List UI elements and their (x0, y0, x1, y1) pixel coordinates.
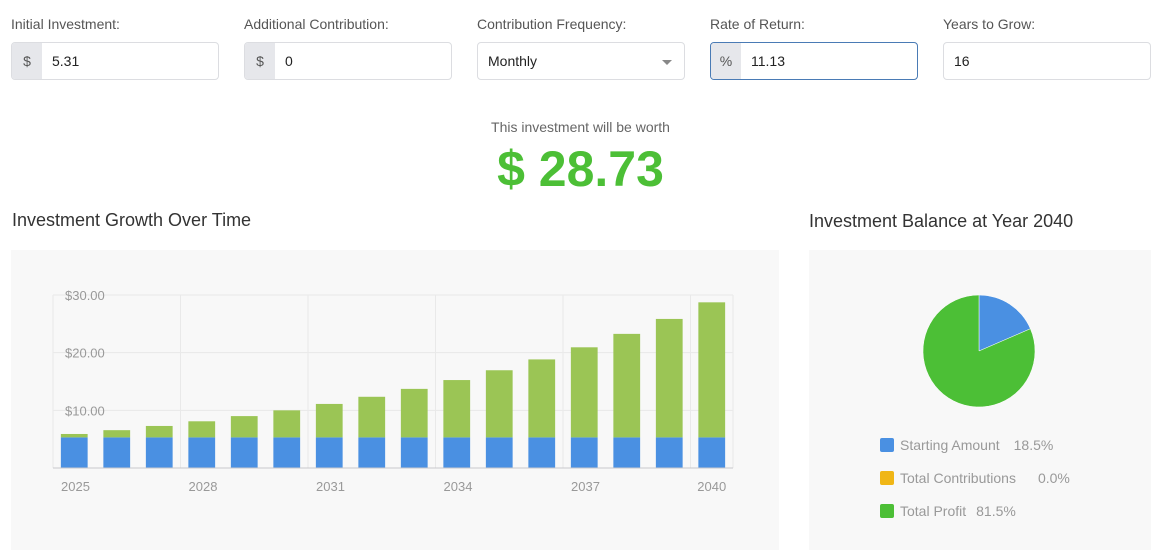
bar-starting-amount (613, 437, 641, 468)
bar-starting-amount (655, 437, 683, 468)
bar-starting-amount (443, 437, 471, 468)
legend-label: Starting Amount (900, 436, 1000, 453)
legend-item-total-profit: Total Profit 81.5% (880, 494, 1070, 527)
contribution-frequency-select[interactable]: Monthly (477, 42, 685, 80)
bar-chart-title: Investment Growth Over Time (12, 210, 252, 230)
additional-contribution-label: Additional Contribution: (244, 16, 389, 32)
initial-investment-value[interactable]: 5.31 (42, 43, 218, 79)
contribution-frequency-label: Contribution Frequency: (477, 16, 627, 32)
bar-starting-amount (315, 437, 343, 468)
legend-label: Total Contributions (900, 469, 1016, 486)
bar-total-profit (698, 302, 726, 438)
bar-chart-panel: $10.00 $20.00 $30.00 2025 2028 2031 2034 2037 20… (11, 250, 779, 550)
bar-total-profit (273, 410, 301, 438)
x-tick-label: 2037 (571, 479, 600, 494)
bar-total-profit (485, 370, 513, 438)
legend-item-starting-amount: Starting Amount 18.5% (880, 428, 1070, 461)
bar-total-profit (655, 318, 683, 438)
bar-total-profit (528, 359, 556, 438)
pie-legend: Starting Amount 18.5% Total Contribution… (880, 428, 1070, 527)
legend-item-total-contributions: Total Contributions 0.0% (880, 461, 1070, 494)
legend-percent: 18.5% (1013, 436, 1054, 453)
legend-percent: 81.5% (976, 502, 1016, 519)
bar-total-profit (358, 396, 386, 438)
pie-chart-title: Investment Balance at Year 2040 (809, 211, 1074, 231)
legend-swatch (880, 437, 894, 452)
dollar-addon: $ (12, 43, 42, 79)
rate-of-return-input[interactable]: % 11.13 (710, 42, 918, 80)
x-tick-label: 2034 (444, 479, 473, 494)
bar-starting-amount (485, 437, 513, 468)
additional-contribution-value[interactable]: 0 (275, 43, 451, 79)
legend-swatch (880, 503, 894, 518)
result-value: $ 28.73 (497, 141, 664, 197)
percent-addon: % (711, 43, 741, 79)
bar-starting-amount (358, 437, 386, 468)
x-tick-label: 2031 (316, 479, 345, 494)
bar-total-profit (145, 425, 173, 438)
additional-contribution-field: Additional Contribution: $ 0 (244, 14, 452, 80)
years-to-grow-value[interactable]: 16 (944, 43, 1150, 79)
bar-starting-amount (698, 437, 726, 468)
y-tick-label: $30.00 (65, 288, 105, 303)
rate-of-return-value[interactable]: 11.13 (741, 43, 917, 79)
legend-label: Total Profit (900, 502, 967, 519)
bar-total-profit (103, 430, 131, 438)
x-tick-label: 2025 (61, 479, 90, 494)
bar-total-profit (60, 433, 88, 438)
bar-chart: $10.00 $20.00 $30.00 2025 2028 2031 2034 2037 20… (52, 288, 734, 494)
contribution-frequency-field: Contribution Frequency: Monthly (477, 14, 685, 80)
years-to-grow-label: Years to Grow: (943, 16, 1036, 32)
x-tick-label: 2028 (189, 479, 218, 494)
bar-total-profit (315, 403, 343, 438)
bar-starting-amount (273, 437, 301, 468)
bar-starting-amount (230, 437, 258, 468)
years-to-grow-input[interactable]: 16 (943, 42, 1151, 80)
bar-starting-amount (400, 437, 428, 468)
x-tick-label: 2040 (697, 479, 726, 494)
chevron-down-icon (662, 60, 672, 65)
contribution-frequency-value: Monthly (488, 53, 538, 69)
bar-total-profit (443, 380, 471, 438)
bar-starting-amount (145, 437, 173, 468)
initial-investment-field: Initial Investment: $ 5.31 (11, 14, 219, 80)
rate-of-return-label: Rate of Return: (710, 16, 805, 32)
y-tick-label: $20.00 (65, 346, 105, 361)
dollar-addon: $ (245, 43, 275, 79)
bar-total-profit (613, 333, 641, 438)
bar-total-profit (570, 347, 598, 438)
bar-total-profit (188, 421, 216, 438)
initial-investment-input[interactable]: $ 5.31 (11, 42, 219, 80)
bar-starting-amount (528, 437, 556, 468)
initial-investment-label: Initial Investment: (11, 16, 120, 32)
additional-contribution-input[interactable]: $ 0 (244, 42, 452, 80)
y-tick-label: $10.00 (65, 403, 105, 418)
bar-total-profit (400, 388, 428, 438)
bar-total-profit (230, 416, 258, 438)
bar-starting-amount (103, 437, 131, 468)
legend-percent: 0.0% (1037, 469, 1070, 486)
bar-starting-amount (60, 437, 88, 468)
years-to-grow-field: Years to Grow: 16 (943, 14, 1151, 80)
result-label: This investment will be worth (491, 119, 670, 135)
legend-swatch (880, 470, 894, 485)
bar-starting-amount (188, 437, 216, 468)
bar-starting-amount (570, 437, 598, 468)
rate-of-return-field: Rate of Return: % 11.13 (710, 14, 918, 80)
